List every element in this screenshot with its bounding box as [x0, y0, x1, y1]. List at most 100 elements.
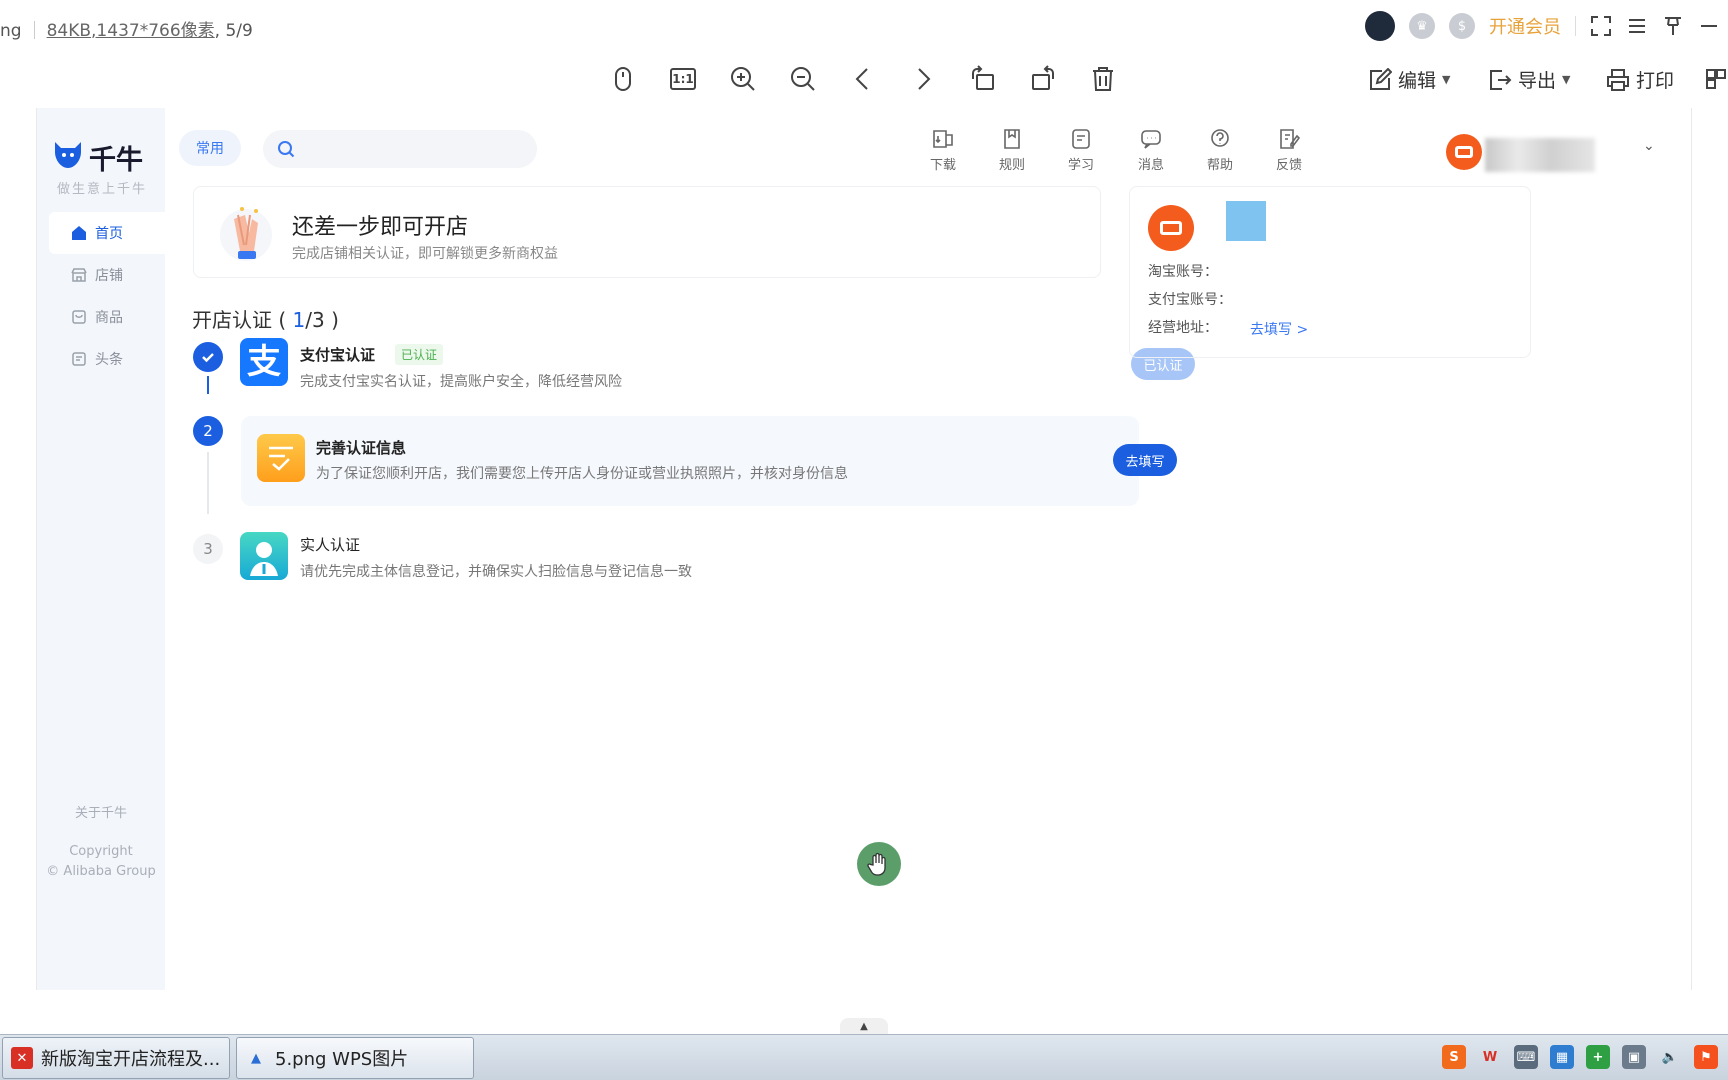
search-input[interactable] [263, 130, 537, 168]
sidebar-item-label: 头条 [95, 352, 123, 368]
mouse-mode-icon[interactable] [606, 62, 640, 96]
fullscreen-icon[interactable] [1590, 15, 1612, 37]
vip-link[interactable]: 开通会员 [1489, 13, 1561, 39]
caret-down-icon: ▼ [1442, 73, 1451, 86]
step-1-check-icon [193, 342, 223, 372]
collapse-thumbnails-button[interactable]: ▲ [840, 1018, 888, 1034]
sidebar-item-goods[interactable]: 商品 [49, 296, 165, 338]
wps-image-icon: ▲ [251, 1050, 261, 1066]
help-icon [1211, 129, 1229, 147]
display-icon[interactable]: ▣ [1622, 1045, 1646, 1069]
step-2-title: 完善认证信息 [316, 439, 407, 457]
header-feedback[interactable]: 反馈 [1263, 128, 1315, 173]
taskbar-item-label: 新版淘宝开店流程及... [41, 1049, 221, 1070]
step-2-number: 2 [193, 416, 223, 446]
header-help[interactable]: 帮助 [1194, 128, 1246, 173]
file-info: ng 84KB,1437*766像素, 5/9 [0, 16, 253, 41]
pin-icon[interactable] [1662, 15, 1684, 37]
coin-icon[interactable]: $ [1449, 13, 1475, 39]
sidebar-item-news[interactable]: 头条 [49, 338, 165, 380]
sidebar-item-label: 首页 [95, 226, 123, 242]
header-download[interactable]: 下载 [917, 128, 969, 173]
step-connector [207, 452, 209, 514]
edit-button[interactable]: 编辑 ▼ [1368, 66, 1450, 93]
message-icon [1141, 130, 1161, 149]
shop-avatar[interactable] [1446, 134, 1482, 170]
export-button[interactable]: 导出 ▼ [1488, 66, 1570, 93]
wps-tray-icon[interactable]: W [1478, 1045, 1502, 1069]
next-icon[interactable] [906, 62, 940, 96]
alipay-account-label: 支付宝账号： [1148, 292, 1232, 308]
certification-progress-total: /3 ) [305, 308, 339, 332]
feedback-icon [1280, 129, 1301, 149]
ox-logo-icon [53, 140, 83, 175]
sidebar-item-shop[interactable]: 店铺 [49, 254, 165, 296]
export-icon [1490, 69, 1512, 90]
taskbar-item-wps-image[interactable]: ▲ 5.png WPS图片 [236, 1037, 474, 1079]
actual-size-button[interactable]: 1:1 [666, 62, 700, 96]
sidebar-item-home[interactable]: 首页 [49, 212, 165, 254]
address-label: 经营地址： [1148, 320, 1218, 336]
delete-icon[interactable] [1086, 62, 1120, 96]
goods-icon [71, 309, 87, 325]
step-3-number: 3 [193, 534, 223, 564]
security-icon[interactable]: + [1586, 1045, 1610, 1069]
header-icon-label: 下载 [929, 158, 956, 173]
rotate-left-icon[interactable] [966, 62, 1000, 96]
about-link[interactable]: 关于千牛 [37, 802, 165, 821]
edit-label: 编辑 [1398, 70, 1437, 92]
print-button[interactable]: 打印 [1606, 66, 1674, 93]
network-monitor-icon[interactable]: ▦ [1550, 1045, 1574, 1069]
windows-taskbar: ✕ 新版淘宝开店流程及... ▲ 5.png WPS图片 S W ⌨ ▦ + ▣… [0, 1034, 1728, 1080]
fill-address-link[interactable]: 去填写 > [1250, 319, 1308, 339]
zoom-out-icon[interactable] [786, 62, 820, 96]
hand-cursor-icon [857, 842, 901, 886]
divider [33, 21, 35, 39]
keyboard-icon[interactable]: ⌨ [1514, 1045, 1538, 1069]
certification-title: 开店认证 ( 1/3 ) [192, 304, 339, 333]
brand-slogan: 做生意上千牛 [57, 182, 148, 197]
step-2-desc: 为了保证您顺利开店，我们需要您上传开店人身份证或营业执照照片，并核对身份信息 [316, 466, 848, 482]
system-tray: S W ⌨ ▦ + ▣ 🔈 ⚑ [1442, 1045, 1718, 1069]
chevron-down-icon[interactable]: ⌄ [1643, 138, 1655, 154]
copyright-owner: © Alibaba Group [46, 864, 156, 879]
divider [1575, 16, 1576, 36]
brand-name: 千牛 [89, 145, 143, 176]
open-shop-banner: 还差一步即可开店 完成店铺相关认证，即可解锁更多新商权益 [193, 186, 1101, 278]
banner-subtitle: 完成店铺相关认证，即可解锁更多新商权益 [292, 246, 558, 262]
user-avatar[interactable] [1365, 11, 1395, 41]
taskbar-item-wps-document[interactable]: ✕ 新版淘宝开店流程及... [2, 1037, 230, 1079]
title-bar-right: ♛ $ 开通会员 [1365, 10, 1720, 42]
image-canvas: 千牛 做生意上千牛 首页 店铺 商品 头条 关于千牛 Copyright © A… [36, 108, 1692, 990]
taskbar-item-label: 5.png WPS图片 [275, 1049, 409, 1070]
step-1-status-tag: 已认证 [395, 344, 444, 365]
file-size[interactable]: 84KB [47, 21, 91, 41]
viewer-title-bar: ng 84KB,1437*766像素, 5/9 ♛ $ 开通会员 [0, 0, 1728, 52]
notification-icon[interactable]: ⚑ [1694, 1045, 1718, 1069]
header-rules[interactable]: 规则 [986, 128, 1038, 173]
crown-icon[interactable]: ♛ [1409, 13, 1435, 39]
face-verify-icon [240, 532, 288, 580]
common-chip[interactable]: 常用 [179, 130, 241, 166]
blurred-account-name [1485, 138, 1595, 172]
header-message[interactable]: 消息 [1125, 128, 1177, 173]
edit-icon [1370, 67, 1392, 90]
rotate-right-icon[interactable] [1026, 62, 1060, 96]
step-1-desc: 完成支付宝实名认证，提高账户安全，降低经营风险 [300, 374, 622, 390]
sidebar-item-label: 店铺 [95, 268, 123, 284]
minimize-icon[interactable] [1698, 15, 1720, 37]
header-icon-label: 规则 [998, 158, 1025, 173]
step-2-fill-button[interactable]: 去填写 [1113, 444, 1177, 476]
grid-view-icon[interactable] [1704, 62, 1728, 96]
volume-icon[interactable]: 🔈 [1658, 1045, 1682, 1069]
news-icon [71, 351, 87, 367]
banner-title: 还差一步即可开店 [292, 215, 469, 240]
image-dimensions[interactable]: ,1437*766像素 [91, 21, 215, 41]
zoom-in-icon[interactable] [726, 62, 760, 96]
sogou-ime-icon[interactable]: S [1442, 1045, 1466, 1069]
header-icon-label: 学习 [1067, 158, 1094, 173]
previous-icon[interactable] [846, 62, 880, 96]
header-icon-label: 帮助 [1206, 158, 1233, 173]
header-learn[interactable]: 学习 [1055, 128, 1107, 173]
menu-icon[interactable] [1626, 15, 1648, 37]
